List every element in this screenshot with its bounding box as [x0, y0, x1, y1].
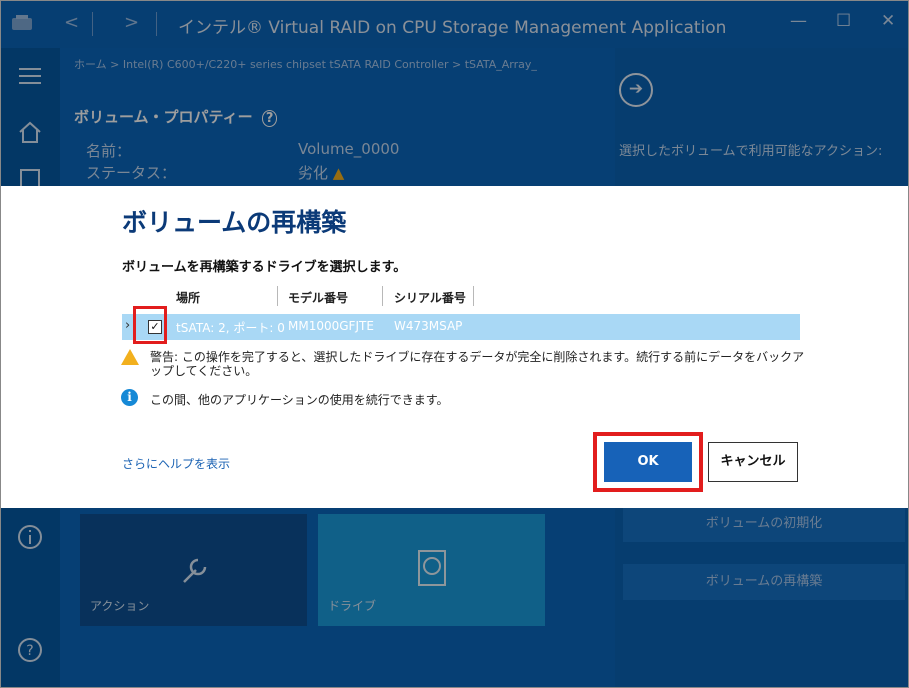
info-text: この間、他のアプリケーションの使用を続行できます。 [150, 393, 449, 407]
drive-model: MM1000GFJTE [288, 319, 374, 333]
column-header-location[interactable]: 場所 [176, 289, 200, 306]
drive-serial: W473MSAP [394, 319, 463, 333]
drive-row[interactable]: › tSATA: 2, ポート: 0 MM1000GFJTE W473MSAP [122, 314, 800, 340]
warning-text: 警告: この操作を完了すると、選択したドライブに存在するデータが完全に削除されま… [150, 350, 805, 378]
drive-location: tSATA: 2, ポート: 0 [176, 321, 285, 335]
rebuild-volume-dialog: ボリュームの再構築 ボリュームを再構築するドライブを選択します。 場所 モデル番… [0, 186, 909, 508]
info-icon: i [121, 389, 138, 406]
column-divider [277, 286, 278, 306]
more-help-link[interactable]: さらにヘルプを表示 [122, 455, 230, 472]
chevron-right-icon[interactable]: › [125, 318, 130, 333]
warning-icon [121, 349, 139, 365]
column-divider [473, 286, 474, 306]
checkbox-highlight [133, 306, 167, 344]
column-header-serial[interactable]: シリアル番号 [394, 289, 466, 306]
column-header-model[interactable]: モデル番号 [288, 289, 348, 306]
cancel-button[interactable]: キャンセル [708, 442, 798, 482]
ok-button-highlight [593, 432, 703, 492]
app-window: < > インテル® Virtual RAID on CPU Storage Ma… [0, 0, 909, 688]
dialog-subtitle: ボリュームを再構築するドライブを選択します。 [122, 260, 407, 275]
column-divider [382, 286, 383, 306]
dialog-title: ボリュームの再構築 [122, 208, 347, 237]
